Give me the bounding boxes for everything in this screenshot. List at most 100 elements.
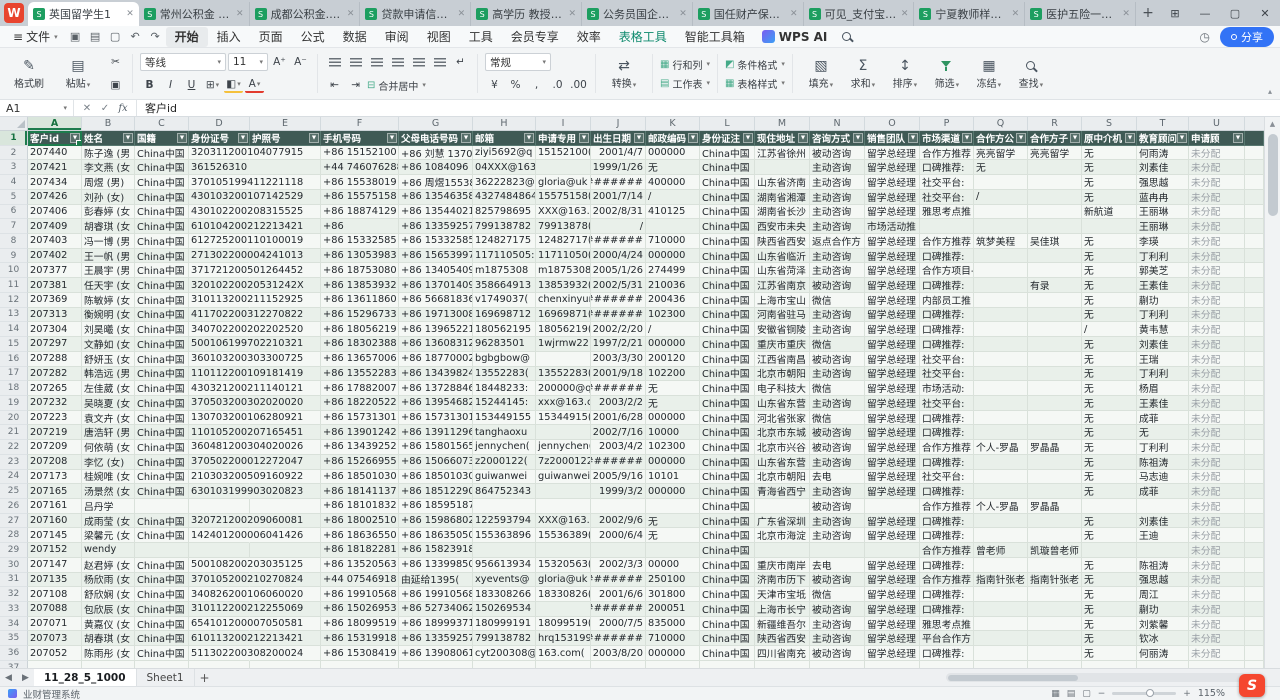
cell[interactable]: China中国	[135, 573, 189, 588]
sync-status-icon[interactable]: ◷	[1200, 30, 1210, 44]
cell[interactable]: +86 1565399710:	[399, 249, 473, 264]
filter-dropdown-icon[interactable]: ▼	[853, 133, 863, 143]
cell[interactable]: 王丽琳	[1137, 205, 1189, 220]
cell[interactable]: ########	[591, 631, 646, 646]
increase-indent-icon[interactable]: ⇥	[346, 76, 365, 94]
name-box[interactable]: A1▾	[0, 100, 74, 116]
cell[interactable]	[1028, 367, 1082, 382]
row-header-35[interactable]: 35	[0, 631, 28, 646]
cell[interactable]: 207147	[28, 558, 82, 573]
cell[interactable]	[250, 160, 321, 175]
cell[interactable]: 361526310	[189, 160, 250, 175]
fill-button[interactable]: ▧填充▾	[800, 51, 842, 96]
align-bottom-icon[interactable]	[367, 53, 386, 71]
cell[interactable]: 口碑推荐:	[920, 308, 974, 323]
cell[interactable]: +86 1370140948:	[399, 278, 473, 293]
cell[interactable]: China中国	[700, 646, 755, 661]
cell[interactable]	[1028, 219, 1082, 234]
cell[interactable]: 何依萌 (女	[82, 440, 135, 455]
cell[interactable]: 主动咨询	[810, 263, 865, 278]
cell[interactable]: 马志迪	[1137, 470, 1189, 485]
cell[interactable]	[974, 337, 1028, 352]
cell[interactable]: +86 1573130169:	[399, 411, 473, 426]
cell[interactable]: 未分配	[1189, 411, 1245, 426]
cell[interactable]	[473, 499, 536, 514]
row-header-21[interactable]: 21	[0, 425, 28, 440]
wps-logo[interactable]: W	[4, 3, 24, 23]
italic-button[interactable]: I	[161, 76, 180, 94]
cell[interactable]: 未分配	[1189, 558, 1245, 573]
cell[interactable]: 未分配	[1189, 631, 1245, 646]
cell[interactable]: +86 13439252	[321, 440, 399, 455]
cell[interactable]: 未分配	[1189, 646, 1245, 661]
cell[interactable]: 000000	[646, 484, 700, 499]
row-header-10[interactable]: 10	[0, 263, 28, 278]
cell[interactable]: 110105200207165451	[189, 425, 250, 440]
row-header-28[interactable]: 28	[0, 528, 28, 543]
close-tab-icon[interactable]: ✕	[679, 9, 687, 19]
cell[interactable]: China中国	[135, 558, 189, 573]
row-header-6[interactable]: 6	[0, 205, 28, 220]
cell[interactable]: 口碑推荐:	[920, 514, 974, 529]
cell[interactable]: 13552283(	[536, 367, 591, 382]
cell[interactable]: 被动咨询	[810, 440, 865, 455]
cell[interactable]: China中国	[135, 175, 189, 190]
cell[interactable]: 未分配	[1189, 352, 1245, 367]
cell[interactable]: 835000	[646, 617, 700, 632]
cell[interactable]: 山东省临沂	[755, 249, 810, 264]
cell[interactable]	[1028, 396, 1082, 411]
cell[interactable]: 主动咨询	[810, 631, 865, 646]
cell[interactable]: 1997/2/21	[591, 337, 646, 352]
cell[interactable]: 无	[1082, 528, 1137, 543]
filter-dropdown-icon[interactable]: ▼	[70, 133, 80, 143]
cell-grid[interactable]: 1客户id▼姓名▼国籍▼身份证号▼护照号▼手机号码▼父母电话号码▼邮箱▼申请专用…	[0, 131, 1280, 668]
cell[interactable]: China中国	[135, 205, 189, 220]
cell[interactable]: 16969871(	[536, 308, 591, 323]
cell[interactable]: +86 1580156591:	[399, 440, 473, 455]
row-header-25[interactable]: 25	[0, 484, 28, 499]
cell[interactable]: China中国	[700, 367, 755, 382]
cell[interactable]: 200436	[646, 293, 700, 308]
cell[interactable]: China中国	[135, 263, 189, 278]
header-cell-9[interactable]: 出生日期▼	[591, 131, 646, 146]
cell[interactable]: China中国	[700, 455, 755, 470]
cell[interactable]	[1137, 543, 1189, 558]
cell[interactable]: China中国	[135, 425, 189, 440]
cell[interactable]: 留学总经理	[865, 249, 920, 264]
cell[interactable]: 000000	[646, 337, 700, 352]
cell[interactable]: 79913878(	[536, 219, 591, 234]
filter-dropdown-icon[interactable]: ▼	[1070, 133, 1080, 143]
cell[interactable]: 11711050(	[536, 249, 591, 264]
cell[interactable]	[591, 661, 646, 668]
cell[interactable]: m1875308	[536, 263, 591, 278]
cell[interactable]	[1028, 249, 1082, 264]
cell[interactable]: +86 1343982452:	[399, 367, 473, 382]
cell[interactable]: 2002/9/6	[591, 514, 646, 529]
cell[interactable]: 2005/9/16	[591, 470, 646, 485]
cell[interactable]: 153449155	[473, 411, 536, 426]
cell[interactable]: 舒妍玉 (女	[82, 352, 135, 367]
cell[interactable]: China中国	[700, 234, 755, 249]
cell[interactable]: +86 18099519	[321, 617, 399, 632]
cell[interactable]	[1028, 470, 1082, 485]
cell[interactable]: +86 1582391866(	[399, 543, 473, 558]
cell[interactable]: +86 13546358:	[399, 190, 473, 205]
cell[interactable]: 陕西省西安	[755, 234, 810, 249]
cell[interactable]: 1999/3/2	[591, 484, 646, 499]
cell[interactable]: 18330826(	[536, 587, 591, 602]
cell[interactable]	[1028, 337, 1082, 352]
cell[interactable]: 207265	[28, 381, 82, 396]
cell[interactable]	[1028, 425, 1082, 440]
cell[interactable]: 有录	[1028, 278, 1082, 293]
cell[interactable]: 主动咨询	[810, 396, 865, 411]
cell[interactable]: 新疆维吾尔	[755, 617, 810, 632]
column-header-B[interactable]: B	[82, 117, 135, 130]
cell[interactable]: 主动咨询	[810, 528, 865, 543]
cell[interactable]: 207232	[28, 396, 82, 411]
cell[interactable]: 四川省南充	[755, 646, 810, 661]
cell[interactable]: 留学总经理	[865, 367, 920, 382]
cell[interactable]: 612725200110100019	[189, 234, 250, 249]
cell[interactable]: 罗晶晶	[1028, 440, 1082, 455]
cell[interactable]: China中国	[700, 219, 755, 234]
sheet-tab-11_28_5_1000[interactable]: 11_28_5_1000	[34, 669, 137, 686]
